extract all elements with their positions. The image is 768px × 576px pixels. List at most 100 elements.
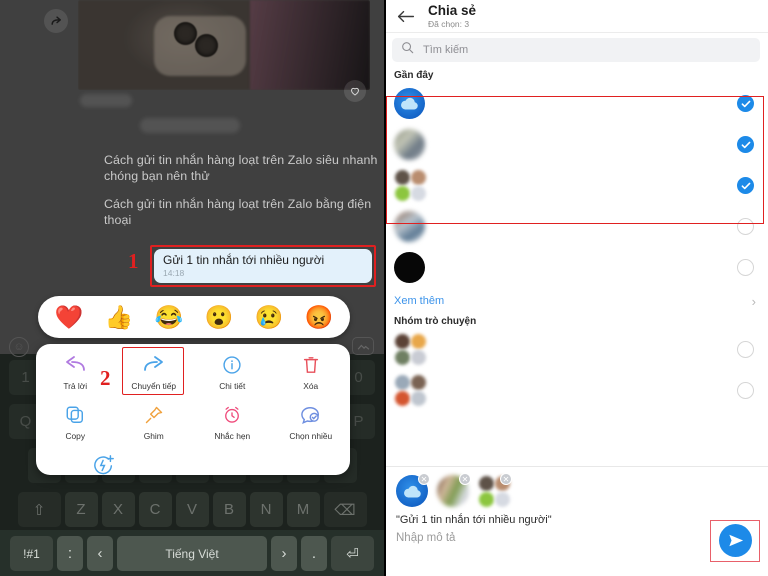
menu-item-details[interactable]: Chi tiết — [193, 352, 272, 402]
list-item[interactable] — [384, 329, 768, 370]
enter-key[interactable]: ⏎ — [331, 536, 374, 571]
avatar-tile — [395, 391, 410, 406]
next-key[interactable]: › — [271, 536, 297, 571]
back-arrow-icon[interactable] — [384, 9, 428, 24]
avatar — [394, 211, 425, 242]
reaction-laugh[interactable]: 😂 — [155, 305, 184, 329]
avatar-tile — [411, 170, 426, 185]
key-x[interactable]: X — [101, 492, 135, 527]
keyboard-row-bottom: !#1 : ‹ Tiếng Việt › . ⏎ — [0, 536, 384, 571]
list-item[interactable] — [384, 206, 768, 247]
image-picker-icon[interactable] — [352, 337, 374, 355]
link-message-2[interactable]: Cách gửi tin nhắn hàng loạt trên Zalo bằ… — [104, 196, 384, 228]
checkbox-unselected[interactable] — [737, 259, 754, 276]
share-sheet-screen: Chia sẻ Đã chọn: 3 Tìm kiếm Gần đây Xem … — [384, 0, 768, 576]
reply-icon — [63, 352, 87, 378]
selected-avatar-chip[interactable]: ✕ — [396, 473, 430, 507]
remove-icon[interactable]: ✕ — [418, 473, 430, 485]
search-input[interactable]: Tìm kiếm — [392, 38, 760, 62]
avatar-tile — [395, 350, 410, 365]
share-icon[interactable] — [44, 9, 68, 33]
avatar-tile — [479, 492, 494, 507]
send-button[interactable] — [719, 524, 752, 557]
colon-key[interactable]: : — [57, 536, 83, 571]
menu-label-details: Chi tiết — [219, 381, 246, 391]
checkbox-selected[interactable] — [737, 177, 754, 194]
ai-magic-icon[interactable] — [92, 454, 116, 475]
checkbox-unselected[interactable] — [737, 382, 754, 399]
list-item[interactable] — [384, 83, 768, 124]
menu-item-multiselect[interactable]: Chọn nhiều — [272, 402, 351, 452]
remove-icon[interactable]: ✕ — [500, 473, 512, 485]
reaction-wow[interactable]: 😮 — [205, 305, 234, 329]
see-more-label: Xem thêm — [394, 295, 445, 307]
alarm-icon — [222, 402, 242, 428]
shift-key[interactable]: ⇧ — [17, 492, 61, 527]
list-item[interactable] — [384, 370, 768, 411]
photo-gradient-overlay — [250, 0, 370, 90]
key-c[interactable]: C — [138, 492, 172, 527]
avatar — [394, 374, 427, 407]
avatar-tile — [395, 186, 410, 201]
avatar — [394, 88, 425, 119]
selected-message-bubble[interactable]: Gửi 1 tin nhắn tới nhiều người 14:18 — [154, 249, 372, 283]
checkbox-selected[interactable] — [737, 95, 754, 112]
link-message-1[interactable]: Cách gửi tin nhắn hàng loạt trên Zalo si… — [104, 152, 384, 184]
key-v[interactable]: V — [175, 492, 209, 527]
menu-item-copy[interactable]: Copy — [36, 402, 115, 452]
avatar-tile — [411, 186, 426, 201]
search-icon — [401, 41, 414, 59]
key-b[interactable]: B — [212, 492, 246, 527]
reaction-bar[interactable]: ❤️ 👍 😂 😮 😢 😡 — [38, 296, 350, 338]
menu-label-pin: Ghim — [143, 431, 164, 441]
menu-label-delete: Xóa — [303, 381, 319, 391]
backspace-key[interactable]: ⌫ — [323, 492, 367, 527]
share-sheet-header: Chia sẻ Đã chọn: 3 — [384, 0, 768, 33]
key-z[interactable]: Z — [64, 492, 98, 527]
copy-icon — [65, 402, 85, 428]
prev-key[interactable]: ‹ — [87, 536, 113, 571]
reaction-like[interactable]: 👍 — [105, 305, 134, 329]
photo-message[interactable] — [78, 0, 370, 90]
page-title: Chia sẻ — [428, 3, 477, 18]
selected-avatar-chip[interactable]: ✕ — [437, 473, 471, 507]
key-n[interactable]: N — [249, 492, 283, 527]
menu-item-delete[interactable]: Xóa — [272, 352, 351, 402]
list-item[interactable] — [384, 124, 768, 165]
symbols-key[interactable]: !#1 — [10, 536, 53, 571]
avatar — [394, 333, 427, 366]
see-more-button[interactable]: Xem thêm › — [384, 288, 768, 314]
annotation-number-1: 1 — [128, 249, 139, 273]
avatar-tile — [395, 170, 410, 185]
search-placeholder: Tìm kiếm — [423, 44, 469, 56]
menu-label-reply: Trả lời — [63, 381, 88, 391]
language-space-key[interactable]: Tiếng Việt — [117, 536, 267, 571]
menu-item-reminder[interactable]: Nhắc hẹn — [193, 402, 272, 452]
list-item[interactable] — [384, 165, 768, 206]
context-menu-grid: Trả lời Chuyển tiếp Chi tiết Xóa Copy Gh… — [36, 344, 350, 452]
remove-icon[interactable]: ✕ — [459, 473, 471, 485]
keyboard-row-zxcv: ⇧ Z X C V B N M ⌫ — [0, 492, 384, 527]
avatar-tile — [495, 492, 510, 507]
search-area: Tìm kiếm — [384, 33, 768, 68]
checkbox-selected[interactable] — [737, 136, 754, 153]
menu-item-pin[interactable]: Ghim — [115, 402, 194, 452]
key-m[interactable]: M — [286, 492, 320, 527]
reaction-cry[interactable]: 😢 — [255, 305, 284, 329]
emoji-picker-icon[interactable]: ☺ — [9, 337, 29, 357]
sheet-title-block: Chia sẻ Đã chọn: 3 — [428, 3, 476, 29]
checkbox-unselected[interactable] — [737, 218, 754, 235]
avatar-tile — [411, 375, 426, 390]
message-context-menu[interactable]: Trả lời Chuyển tiếp Chi tiết Xóa Copy Gh… — [36, 344, 350, 475]
period-key[interactable]: . — [301, 536, 327, 571]
reaction-heart[interactable]: ❤️ — [55, 305, 84, 329]
avatar — [394, 169, 427, 202]
recent-section-label: Gần đây — [394, 70, 434, 81]
chevron-right-icon: › — [751, 293, 756, 309]
reaction-angry[interactable]: 😡 — [305, 305, 334, 329]
checkbox-unselected[interactable] — [737, 341, 754, 358]
heart-icon[interactable] — [344, 80, 366, 102]
list-item[interactable] — [384, 247, 768, 288]
avatar-tile — [411, 391, 426, 406]
selected-avatar-chip[interactable]: ✕ — [478, 473, 512, 507]
